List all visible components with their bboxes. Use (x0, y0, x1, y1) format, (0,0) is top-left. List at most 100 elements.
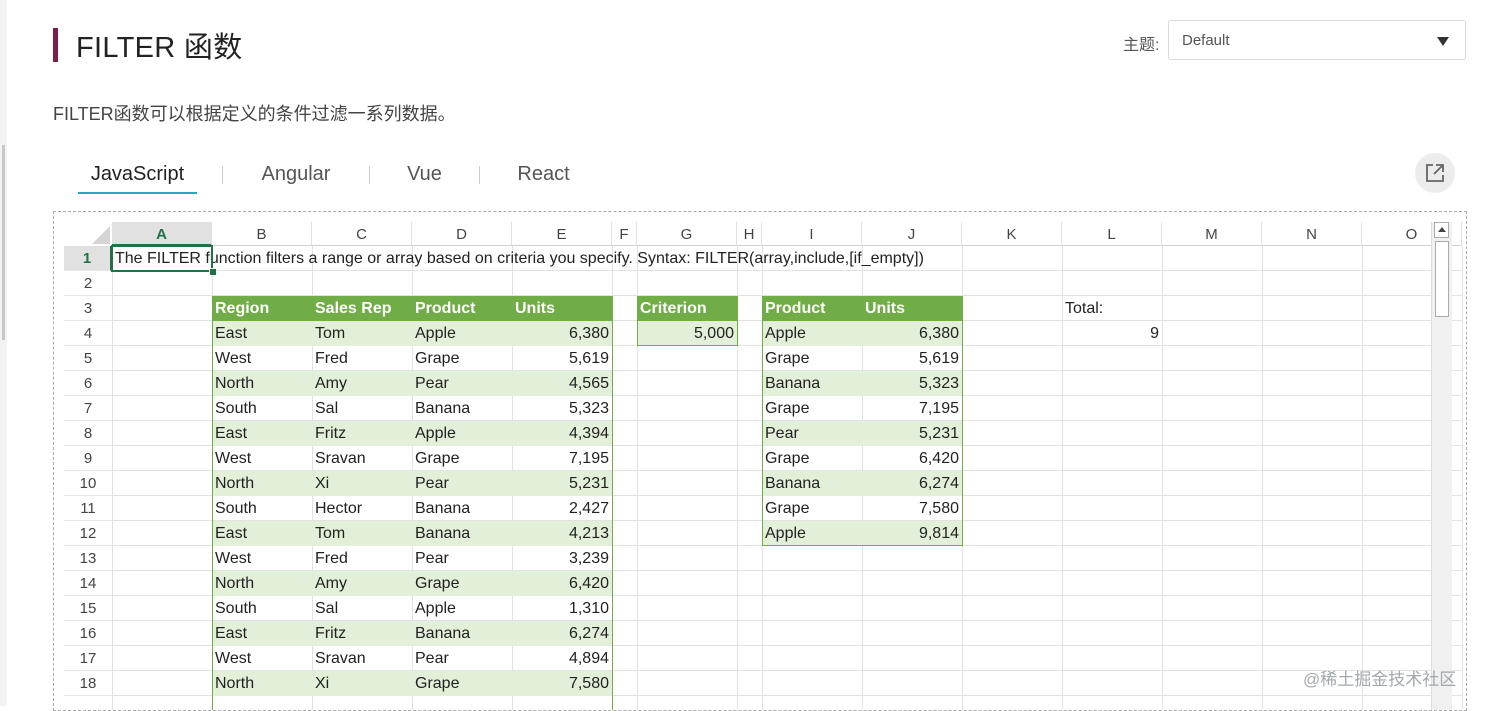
table-cell[interactable]: Apple (412, 321, 512, 346)
tab-react[interactable]: React (506, 158, 581, 192)
table-cell[interactable]: 4,894 (512, 646, 612, 671)
table-cell[interactable]: Grape (412, 446, 512, 471)
fill-handle[interactable] (209, 268, 217, 276)
sheet-scrollbar-thumb[interactable] (1435, 241, 1449, 317)
table-cell[interactable]: West (212, 546, 312, 571)
row-header-2[interactable]: 2 (64, 271, 112, 296)
result-header-cell[interactable]: Product (762, 296, 862, 321)
tab-javascript[interactable]: JavaScript (78, 158, 197, 194)
row-header-15[interactable]: 15 (64, 596, 112, 621)
criterion-value[interactable]: 5,000 (637, 321, 737, 346)
table-cell[interactable]: Fritz (312, 621, 412, 646)
table-cell[interactable]: Apple (412, 596, 512, 621)
table-cell[interactable]: East (212, 621, 312, 646)
total-value[interactable]: 9 (1062, 321, 1162, 346)
column-header-e[interactable]: E (512, 222, 612, 246)
result-cell[interactable]: 6,380 (862, 321, 962, 346)
table-cell[interactable]: Sal (312, 596, 412, 621)
table-cell[interactable]: North (212, 471, 312, 496)
column-header-l[interactable]: L (1062, 222, 1162, 246)
column-header-i[interactable]: I (762, 222, 862, 246)
table-cell[interactable]: Sravan (312, 446, 412, 471)
table-cell[interactable]: Pear (412, 471, 512, 496)
column-header-f[interactable]: F (612, 222, 637, 246)
table-cell[interactable]: 4,565 (512, 371, 612, 396)
open-in-new-window-button[interactable] (1415, 153, 1455, 193)
table-header-cell[interactable]: Region (212, 296, 312, 321)
column-header-d[interactable]: D (412, 222, 512, 246)
table-cell[interactable]: Banana (412, 496, 512, 521)
table-cell[interactable]: Xi (312, 471, 412, 496)
row-header-6[interactable]: 6 (64, 371, 112, 396)
column-header-j[interactable]: J (862, 222, 962, 246)
table-cell[interactable]: 1,310 (512, 596, 612, 621)
row-header-10[interactable]: 10 (64, 471, 112, 496)
table-cell[interactable]: 3,239 (512, 546, 612, 571)
table-cell[interactable]: 6,420 (512, 571, 612, 596)
table-cell[interactable]: 4,394 (512, 421, 612, 446)
table-cell[interactable]: 5,619 (512, 346, 612, 371)
result-cell[interactable]: Grape (762, 346, 862, 371)
result-cell[interactable]: Grape (762, 496, 862, 521)
table-cell[interactable]: 5,231 (512, 471, 612, 496)
table-cell[interactable]: West (212, 346, 312, 371)
table-cell[interactable]: Grape (412, 671, 512, 696)
result-cell[interactable]: 5,323 (862, 371, 962, 396)
table-cell[interactable]: 5,323 (512, 396, 612, 421)
table-cell[interactable]: East (212, 321, 312, 346)
table-cell[interactable]: 6,274 (512, 621, 612, 646)
result-cell[interactable]: 6,420 (862, 446, 962, 471)
row-header-1[interactable]: 1 (64, 246, 112, 271)
table-cell[interactable]: Hector (312, 496, 412, 521)
table-header-cell[interactable]: Units (512, 296, 612, 321)
page-scrollbar[interactable] (0, 0, 7, 706)
table-cell[interactable]: West (212, 646, 312, 671)
total-label[interactable]: Total: (1062, 296, 1162, 321)
table-cell[interactable]: Pear (412, 646, 512, 671)
result-cell[interactable]: 5,231 (862, 421, 962, 446)
row-header-18[interactable]: 18 (64, 671, 112, 696)
table-cell[interactable]: West (212, 446, 312, 471)
table-cell[interactable]: Grape (412, 571, 512, 596)
table-cell[interactable]: Tom (312, 521, 412, 546)
tab-angular[interactable]: Angular (250, 158, 342, 192)
row-header-8[interactable]: 8 (64, 421, 112, 446)
row-header-9[interactable]: 9 (64, 446, 112, 471)
table-cell[interactable]: Sravan (312, 646, 412, 671)
result-cell[interactable]: 7,195 (862, 396, 962, 421)
row-header-7[interactable]: 7 (64, 396, 112, 421)
result-cell[interactable]: 5,619 (862, 346, 962, 371)
scroll-up-arrow-icon[interactable] (1434, 222, 1449, 238)
sheet-vertical-scrollbar[interactable] (1431, 222, 1452, 710)
page-scrollbar-thumb[interactable] (2, 145, 5, 340)
row-header-3[interactable]: 3 (64, 296, 112, 321)
result-cell[interactable]: Banana (762, 371, 862, 396)
column-header-c[interactable]: C (312, 222, 412, 246)
table-cell[interactable]: Pear (412, 546, 512, 571)
table-cell[interactable]: East (212, 421, 312, 446)
table-cell[interactable]: Amy (312, 371, 412, 396)
result-cell[interactable]: 9,814 (862, 521, 962, 546)
table-cell[interactable]: Apple (412, 421, 512, 446)
table-cell[interactable]: 2,427 (512, 496, 612, 521)
table-cell[interactable]: South (212, 596, 312, 621)
theme-select[interactable]: Default (1168, 20, 1466, 60)
table-cell[interactable]: Grape (412, 346, 512, 371)
result-cell[interactable]: Pear (762, 421, 862, 446)
table-cell[interactable]: 4,213 (512, 521, 612, 546)
result-cell[interactable]: Grape (762, 396, 862, 421)
criterion-header[interactable]: Criterion (637, 296, 737, 321)
table-cell[interactable]: North (212, 371, 312, 396)
table-cell[interactable]: Banana (412, 521, 512, 546)
table-cell[interactable]: Banana (412, 396, 512, 421)
table-cell[interactable]: Pear (412, 371, 512, 396)
result-cell[interactable]: Grape (762, 446, 862, 471)
row-header-16[interactable]: 16 (64, 621, 112, 646)
table-cell[interactable]: East (212, 521, 312, 546)
table-cell[interactable]: Tom (312, 321, 412, 346)
row-header-14[interactable]: 14 (64, 571, 112, 596)
result-header-cell[interactable]: Units (862, 296, 962, 321)
result-cell[interactable]: 7,580 (862, 496, 962, 521)
select-all-corner[interactable] (64, 222, 112, 246)
result-cell[interactable]: 6,274 (862, 471, 962, 496)
